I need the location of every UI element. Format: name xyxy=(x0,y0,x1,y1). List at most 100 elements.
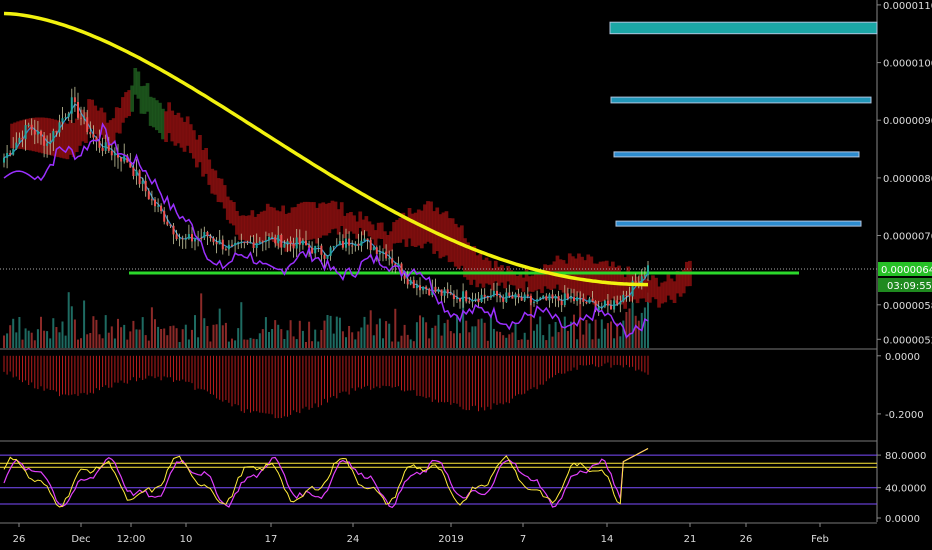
volume-bar xyxy=(551,336,554,348)
volume-bar xyxy=(517,340,520,348)
time-tick-label: 12:00 xyxy=(117,534,146,545)
volume-bar xyxy=(440,335,443,348)
volume-bar xyxy=(77,339,79,348)
candle-body xyxy=(246,242,249,244)
volume-bar xyxy=(573,314,575,348)
candle-body xyxy=(206,232,209,237)
volume-bar xyxy=(628,308,631,348)
candle-body xyxy=(591,298,594,302)
candle-body xyxy=(622,294,625,302)
volume-bar xyxy=(169,326,172,348)
volume-bar xyxy=(89,333,92,348)
candle-body xyxy=(30,124,33,130)
candle-body xyxy=(351,245,354,247)
time-tick-label: Dec xyxy=(71,534,90,545)
volume-bar xyxy=(184,324,187,348)
volume-bar xyxy=(443,323,446,348)
candle-body xyxy=(489,295,492,298)
volume-bar xyxy=(301,330,304,348)
volume-bar xyxy=(283,339,286,348)
candle-body xyxy=(144,180,147,192)
volume-bar xyxy=(231,338,233,348)
volume-bar xyxy=(181,329,184,348)
volume-bar xyxy=(86,334,89,348)
volume-bar xyxy=(375,324,378,348)
volume-bar xyxy=(268,332,270,348)
candle-body xyxy=(298,237,301,245)
candle-body xyxy=(268,237,270,241)
price-tick-label: 0.00000900 xyxy=(883,116,932,127)
candle-body xyxy=(18,137,21,143)
volume-bar xyxy=(212,324,215,348)
candle-body xyxy=(412,280,415,289)
candle-body xyxy=(283,243,286,248)
volume-bar xyxy=(489,314,492,348)
volume-bar xyxy=(335,316,338,348)
target-zone xyxy=(613,151,860,158)
volume-bar xyxy=(55,327,58,348)
volume-bar xyxy=(597,338,600,348)
volume-bar xyxy=(560,325,563,348)
volume-bar xyxy=(49,338,52,348)
candle-body xyxy=(52,131,55,142)
volume-bar xyxy=(576,339,579,348)
candle-body xyxy=(104,142,107,151)
candle-body xyxy=(89,132,92,135)
volume-bar xyxy=(92,316,95,348)
candle-body xyxy=(603,300,606,307)
candle-body xyxy=(55,131,58,133)
candle-body xyxy=(375,247,378,255)
candle-body xyxy=(557,296,560,301)
candle-body xyxy=(634,280,637,283)
candle-body xyxy=(360,240,363,246)
countdown-label: 03:09:55 xyxy=(887,281,932,292)
volume-bar xyxy=(468,332,471,348)
candle-body xyxy=(295,237,298,249)
candle-body xyxy=(286,241,289,244)
time-tick-label: 26 xyxy=(740,534,753,545)
oscillator-tick-label: 0.0000 xyxy=(885,514,920,525)
volume-bar xyxy=(163,328,166,348)
volume-bar xyxy=(536,324,539,348)
volume-bar xyxy=(292,336,295,348)
candle-body xyxy=(385,251,388,259)
candle-body xyxy=(496,290,498,296)
volume-bar xyxy=(203,318,206,348)
volume-bar xyxy=(486,340,489,348)
volume-bar xyxy=(264,317,267,348)
volume-bar xyxy=(511,332,514,348)
volume-bar xyxy=(591,339,594,348)
candle-body xyxy=(382,251,384,253)
volume-bar xyxy=(406,334,409,348)
candle-body xyxy=(203,232,206,238)
candle-body xyxy=(563,293,566,306)
volume-bar xyxy=(360,327,363,348)
candle-body xyxy=(191,234,193,242)
candle-body xyxy=(465,291,468,302)
volume-bar xyxy=(631,302,634,348)
volume-bar xyxy=(391,341,394,348)
candle-body xyxy=(579,297,582,299)
volume-bar xyxy=(508,334,511,348)
volume-bar xyxy=(474,326,477,348)
volume-bar xyxy=(437,314,440,348)
candle-body xyxy=(437,289,440,292)
candle-body xyxy=(443,289,446,296)
volume-bar xyxy=(154,319,156,348)
volume-bar xyxy=(471,326,474,348)
volume-bar xyxy=(465,320,468,348)
volume-bar xyxy=(73,319,76,348)
candle-body xyxy=(459,297,461,302)
volume-bar xyxy=(477,319,480,348)
candle-body xyxy=(471,300,474,302)
candle-body xyxy=(123,155,126,162)
volume-bar xyxy=(643,307,646,348)
volume-bar xyxy=(588,323,591,348)
candle-body xyxy=(132,167,135,176)
volume-bar xyxy=(594,319,597,348)
candle-body xyxy=(169,224,172,226)
price-tick-label: 0.00000700 xyxy=(883,232,932,243)
candle-body xyxy=(560,300,563,306)
current-price-label: 0.00000642 xyxy=(881,265,932,276)
candle-body xyxy=(548,294,551,301)
